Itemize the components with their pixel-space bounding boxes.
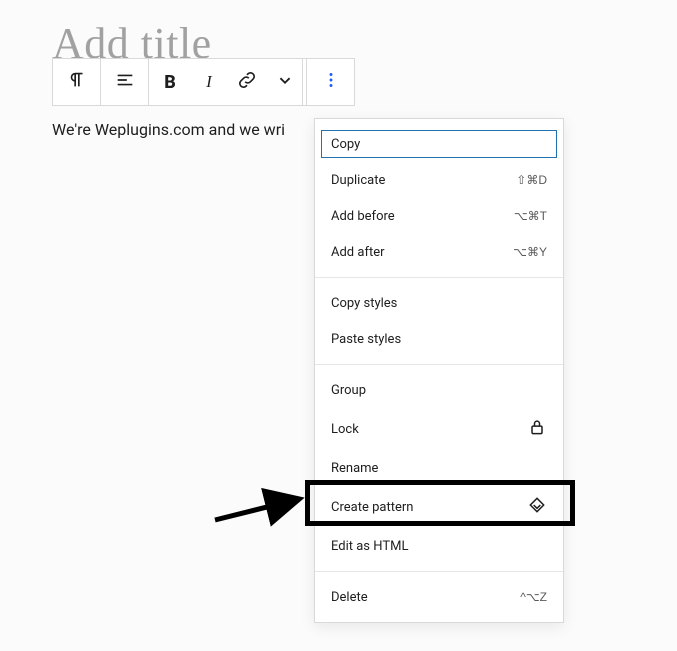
menu-item-label: Add after [331, 245, 385, 260]
block-options-menu: Copy Duplicate ⇧⌘D Add before ⌥⌘T Add af… [314, 118, 564, 623]
menu-item-group[interactable]: Group [315, 372, 563, 408]
block-options-button[interactable] [306, 59, 354, 105]
menu-item-create-pattern[interactable]: Create pattern [315, 486, 563, 528]
lock-icon [527, 417, 547, 441]
menu-item-label: Edit as HTML [331, 539, 408, 554]
menu-item-rename[interactable]: Rename [315, 450, 563, 486]
menu-section-clipboard: Copy Duplicate ⇧⌘D Add before ⌥⌘T Add af… [315, 119, 563, 278]
align-icon [114, 69, 136, 95]
menu-item-label: Create pattern [331, 500, 413, 515]
more-vertical-icon [320, 69, 342, 95]
paragraph-block-button[interactable] [53, 59, 101, 105]
menu-item-edit-html[interactable]: Edit as HTML [315, 528, 563, 564]
menu-item-add-before[interactable]: Add before ⌥⌘T [315, 198, 563, 234]
bold-icon: B [164, 72, 176, 93]
chevron-down-icon [274, 69, 296, 95]
italic-icon: I [206, 72, 212, 92]
menu-item-label: Rename [331, 461, 378, 476]
menu-item-duplicate[interactable]: Duplicate ⇧⌘D [315, 162, 563, 198]
more-rich-text-button[interactable] [267, 59, 303, 105]
block-toolbar: B I [52, 58, 355, 106]
shortcut-label: ⌥⌘T [514, 209, 547, 223]
menu-item-delete[interactable]: Delete ^⌥Z [315, 579, 563, 615]
menu-item-label: Delete [331, 590, 368, 605]
pattern-icon [527, 495, 547, 519]
link-button[interactable] [227, 59, 267, 105]
paragraph-icon [66, 69, 88, 95]
bold-button[interactable]: B [149, 59, 191, 105]
menu-item-label: Lock [331, 422, 359, 437]
menu-item-add-after[interactable]: Add after ⌥⌘Y [315, 234, 563, 270]
shortcut-label: ⌥⌘Y [513, 245, 547, 259]
menu-section-block: Group Lock Rename Create pattern [315, 365, 563, 572]
shortcut-label: ⇧⌘D [516, 173, 547, 187]
menu-item-label: Add before [331, 209, 395, 224]
menu-item-paste-styles[interactable]: Paste styles [315, 321, 563, 357]
menu-item-label: Duplicate [331, 173, 385, 188]
align-button[interactable] [101, 59, 149, 105]
annotation-arrow [205, 460, 315, 530]
menu-item-copy[interactable]: Copy [317, 126, 561, 162]
link-icon [236, 69, 258, 95]
menu-item-copy-styles[interactable]: Copy styles [315, 285, 563, 321]
menu-item-label: Group [331, 383, 366, 398]
italic-button[interactable]: I [191, 59, 227, 105]
menu-item-lock[interactable]: Lock [315, 408, 563, 450]
menu-item-label: Copy [331, 137, 360, 152]
menu-item-label: Copy styles [331, 296, 397, 311]
menu-item-label: Paste styles [331, 332, 401, 347]
shortcut-label: ^⌥Z [520, 590, 547, 604]
paragraph-block-content[interactable]: We're Weplugins.com and we wri [52, 120, 285, 139]
menu-section-styles: Copy styles Paste styles [315, 278, 563, 365]
menu-section-delete: Delete ^⌥Z [315, 572, 563, 622]
